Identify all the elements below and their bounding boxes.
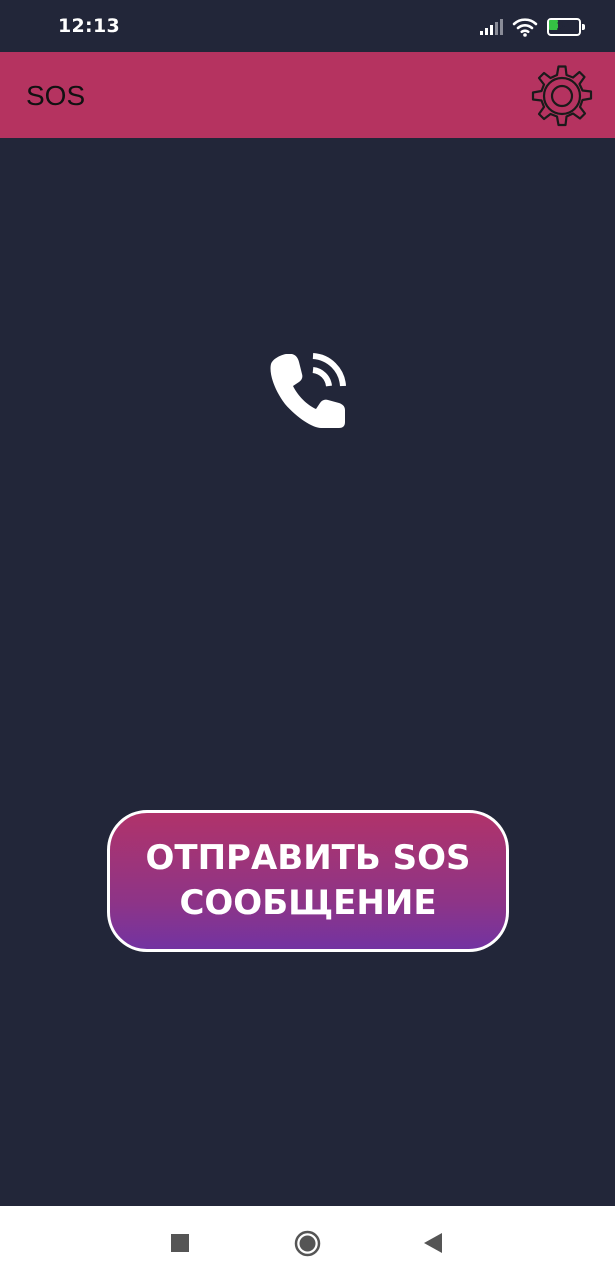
home-icon[interactable] — [294, 1230, 321, 1257]
status-time: 12:13 — [58, 15, 120, 37]
app-title: SOS — [26, 80, 86, 111]
recent-apps-icon[interactable] — [171, 1234, 189, 1252]
status-bar: 12:13 34 — [0, 0, 615, 52]
wifi-icon — [512, 18, 538, 37]
battery-icon: 34 — [547, 18, 585, 36]
send-sos-button-label: ОТПРАВИТЬ SOS СООБЩЕНИЕ — [145, 838, 471, 923]
battery-tip — [582, 24, 585, 30]
send-sos-button[interactable]: ОТПРАВИТЬ SOS СООБЩЕНИЕ — [107, 810, 509, 952]
app-bar: SOS — [0, 52, 615, 138]
back-icon[interactable] — [423, 1232, 443, 1254]
signal-icon — [480, 19, 503, 35]
navigation-bar — [0, 1206, 615, 1280]
gear-icon[interactable] — [524, 58, 600, 134]
status-icons: 34 — [479, 14, 585, 40]
battery-level: 34 — [556, 20, 572, 33]
phone-calling-icon — [270, 353, 346, 428]
